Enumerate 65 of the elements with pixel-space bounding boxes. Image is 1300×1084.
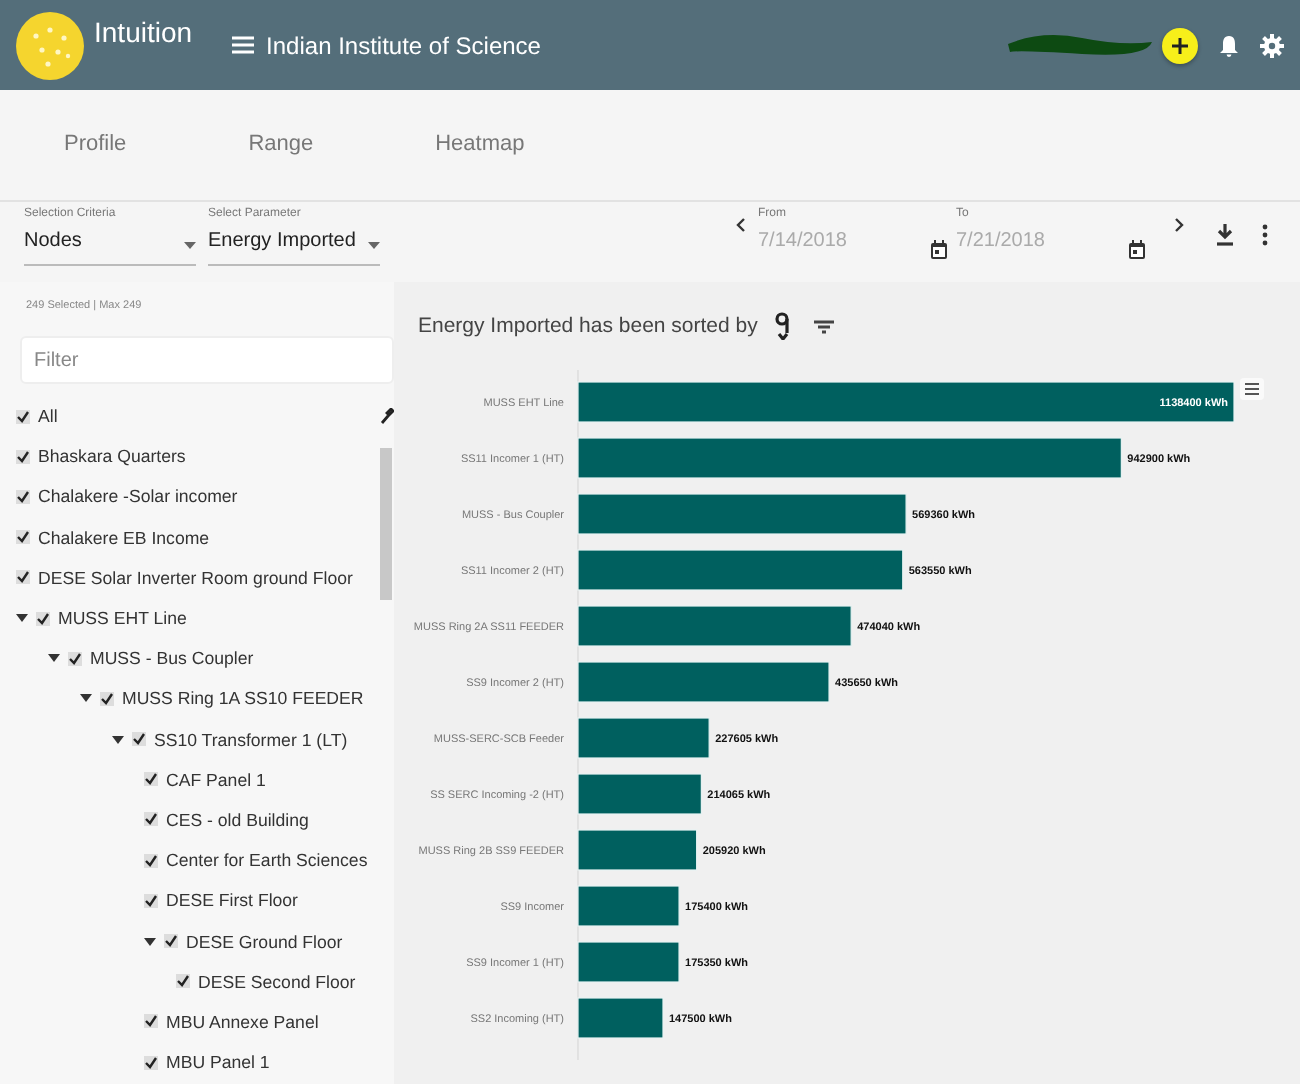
plus-icon (1170, 35, 1190, 55)
caret-icon (184, 242, 196, 250)
checkbox[interactable] (132, 732, 146, 747)
download-icon[interactable] (1216, 224, 1234, 246)
caret-icon (368, 242, 380, 250)
previous-icon[interactable] (736, 218, 746, 232)
more-icon[interactable] (1262, 224, 1268, 246)
tree-item[interactable]: DESE Second Floor (198, 971, 356, 992)
tab[interactable]: Range (220, 119, 342, 171)
tree-item[interactable]: MBU Panel 1 (166, 1052, 270, 1073)
checkbox[interactable] (164, 934, 178, 949)
caret-icon[interactable] (144, 935, 156, 948)
checkbox[interactable] (68, 651, 82, 666)
tree-item[interactable]: MUSS - Bus Coupler (90, 648, 254, 669)
caret-icon[interactable] (48, 652, 60, 665)
tree-item[interactable]: DESE First Floor (166, 890, 298, 911)
checkbox[interactable] (36, 611, 50, 626)
tab[interactable]: Heatmap (407, 119, 553, 171)
chart-title: Energy Imported has been sorted by (418, 314, 758, 338)
checkbox[interactable] (144, 1014, 158, 1029)
checkbox[interactable] (16, 489, 30, 504)
tree-item[interactable]: CES - old Building (166, 809, 309, 830)
tree-item[interactable]: Center for Earth Sciences (166, 850, 368, 871)
checkbox[interactable] (176, 974, 190, 989)
checkbox[interactable] (16, 409, 30, 424)
scrollbar[interactable] (380, 448, 392, 600)
tree-item[interactable]: Chalakere EB Income (38, 527, 210, 548)
tree-item[interactable]: MUSS EHT Line (58, 608, 187, 629)
checkbox[interactable] (144, 893, 158, 908)
filter-icon[interactable] (813, 319, 834, 333)
checkbox[interactable] (100, 691, 114, 706)
checkbox[interactable] (144, 1055, 158, 1070)
bell-icon[interactable] (1218, 33, 1240, 57)
add-button[interactable] (1162, 27, 1198, 63)
tree-item[interactable]: SS10 Transformer 1 (LT) (154, 729, 348, 750)
checkbox[interactable] (144, 853, 158, 868)
caret-icon[interactable] (112, 733, 124, 746)
tree-item[interactable]: DESE Ground Floor (186, 931, 343, 952)
next-icon[interactable] (1174, 218, 1184, 232)
menu-icon[interactable] (232, 36, 255, 54)
tree-item[interactable]: CAF Panel 1 (166, 769, 266, 790)
tab[interactable]: Profile (36, 119, 155, 171)
organization-name: Indian Institute of Science (266, 31, 541, 59)
settings-icon[interactable] (1260, 33, 1284, 57)
tree-item[interactable]: Chalakere -Solar incomer (38, 486, 238, 507)
filter-field[interactable]: Filter (20, 336, 394, 384)
caret-icon[interactable] (80, 692, 92, 705)
tree-item[interactable]: MUSS Ring 1A SS10 FEEDER (122, 688, 364, 709)
checkbox[interactable] (144, 812, 158, 827)
tree-item[interactable]: MBU Annexe Panel (166, 1011, 319, 1032)
pin-icon[interactable] (379, 408, 393, 424)
chart-menu-icon[interactable] (1240, 378, 1264, 400)
checkbox[interactable] (144, 772, 158, 787)
calendar-icon[interactable] (930, 240, 948, 260)
logo-icon (16, 11, 84, 79)
sort-icon[interactable] (773, 312, 790, 340)
checkbox[interactable] (16, 570, 30, 585)
app-name: Intuition (94, 16, 193, 48)
caret-icon[interactable] (16, 612, 28, 625)
tree-item[interactable]: Bhaskara Quarters (38, 446, 186, 467)
checkbox[interactable] (16, 530, 30, 545)
tree-item[interactable]: All (38, 406, 58, 427)
calendar-icon[interactable] (1128, 240, 1146, 260)
tree-item[interactable]: DESE Solar Inverter Room ground Floor (38, 567, 353, 588)
checkbox[interactable] (16, 449, 30, 464)
